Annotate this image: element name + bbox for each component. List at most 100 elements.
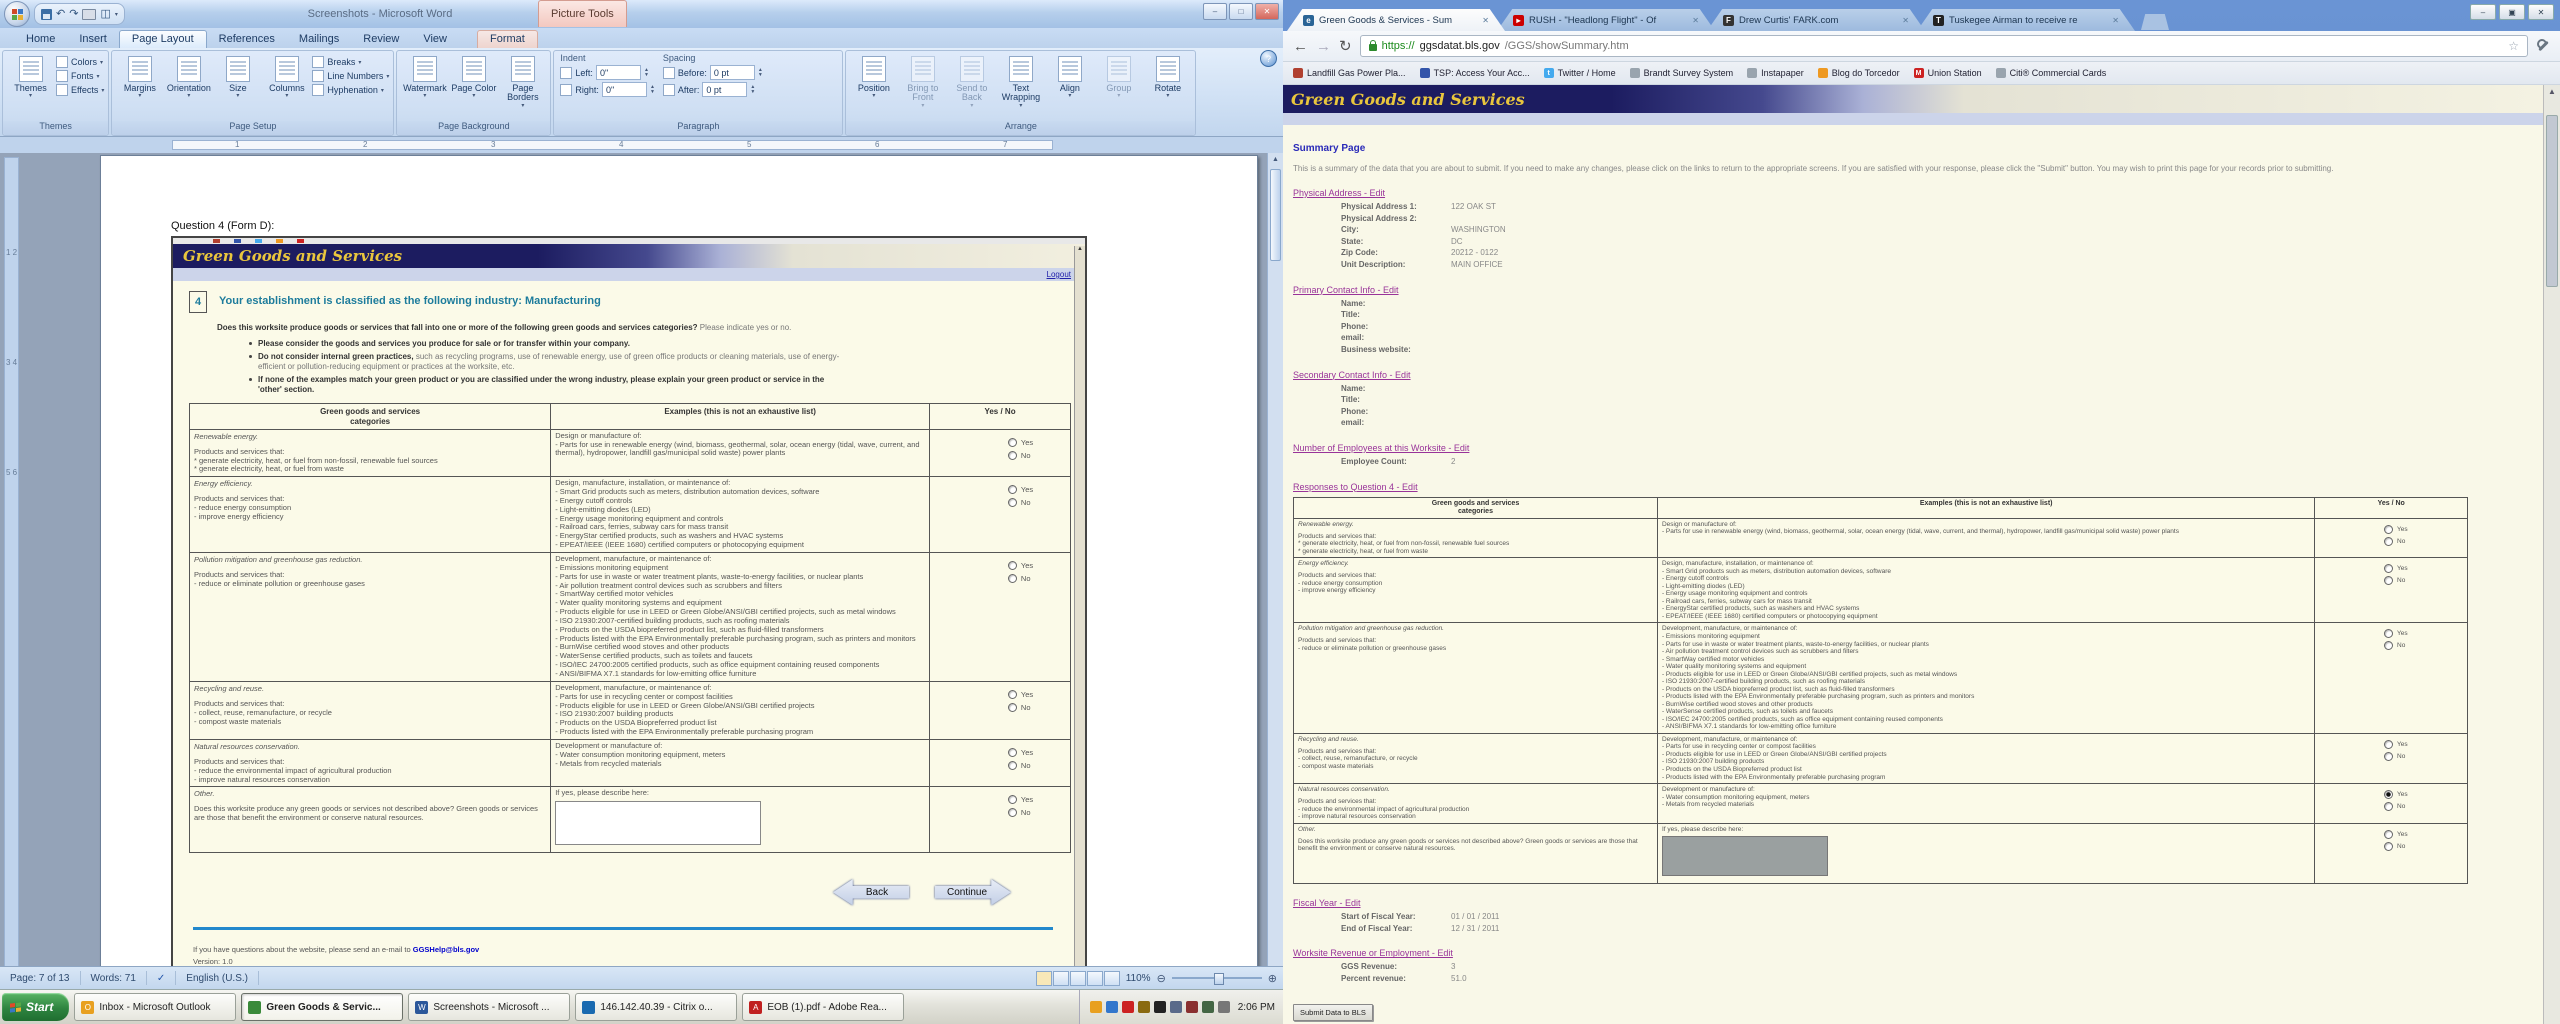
ribbon-tab-home[interactable]: Home bbox=[14, 31, 67, 48]
page-color-button[interactable]: Page Color▾ bbox=[450, 54, 497, 100]
no-radio[interactable] bbox=[2384, 641, 2393, 650]
back-nav-icon[interactable]: ← bbox=[1293, 39, 1308, 54]
browser-no-option-3[interactable]: No bbox=[2384, 752, 2405, 761]
no-radio[interactable] bbox=[1008, 761, 1017, 770]
bookmark-star-icon[interactable]: ☆ bbox=[2508, 39, 2519, 53]
save-icon[interactable] bbox=[41, 9, 52, 20]
print-icon[interactable] bbox=[82, 9, 96, 20]
ribbon-tab-view[interactable]: View bbox=[411, 31, 459, 48]
office-button[interactable] bbox=[4, 1, 30, 27]
undo-icon[interactable]: ↶ bbox=[56, 9, 65, 20]
status-language[interactable]: English (U.S.) bbox=[176, 971, 259, 985]
size-button[interactable]: Size▾ bbox=[214, 54, 261, 100]
new-tab-button[interactable] bbox=[2141, 14, 2169, 30]
browser-no-option-1[interactable]: No bbox=[2384, 576, 2405, 585]
reload-icon[interactable]: ↻ bbox=[1339, 39, 1352, 54]
spacing-after-input[interactable]: 0 pt bbox=[702, 82, 747, 97]
ribbon-tab-references[interactable]: References bbox=[207, 31, 287, 48]
word-other-description-textarea[interactable] bbox=[555, 801, 761, 845]
no-radio[interactable] bbox=[1008, 498, 1017, 507]
no-radio[interactable] bbox=[1008, 574, 1017, 583]
yes-radio[interactable] bbox=[2384, 740, 2393, 749]
yes-radio[interactable] bbox=[2384, 525, 2393, 534]
taskbar-item-146-142-40-39-citrix-o-[interactable]: 146.142.40.39 - Citrix o... bbox=[575, 993, 737, 1021]
print-preview-icon[interactable]: ◫ bbox=[100, 9, 110, 20]
browser-no-option-0[interactable]: No bbox=[2384, 537, 2405, 546]
spacing-after-spinner[interactable]: ▲▼ bbox=[750, 85, 755, 94]
no-radio[interactable] bbox=[1008, 703, 1017, 712]
word-no-option-3[interactable]: No bbox=[1008, 703, 1031, 712]
effects-button[interactable]: Effects▾ bbox=[56, 84, 104, 96]
edit-link[interactable]: Primary Contact Info - Edit bbox=[1293, 285, 1399, 295]
tab-close-icon[interactable]: ✕ bbox=[2112, 16, 2119, 25]
word-yes-option-1[interactable]: Yes bbox=[1008, 485, 1033, 494]
yes-radio[interactable] bbox=[2384, 564, 2393, 573]
line-numbers-button[interactable]: Line Numbers▾ bbox=[312, 70, 389, 82]
fonts-button[interactable]: Fonts▾ bbox=[56, 70, 104, 82]
browser-yes-option-1[interactable]: Yes bbox=[2384, 564, 2408, 573]
form-scrollbar[interactable]: ▲ bbox=[1074, 246, 1085, 966]
document-page[interactable]: Question 4 (Form D): Green Goods and Ser… bbox=[100, 155, 1258, 966]
edit-link[interactable]: Physical Address - Edit bbox=[1293, 188, 1385, 198]
bookmark-tsp-access-your-acc-[interactable]: TSP: Access Your Acc... bbox=[1420, 68, 1530, 78]
fullscreen-view-icon[interactable] bbox=[1053, 971, 1069, 986]
tab-close-icon[interactable]: ✕ bbox=[1902, 16, 1909, 25]
mouse-icon[interactable] bbox=[1218, 1001, 1230, 1013]
bookmark-brandt-survey-system[interactable]: Brandt Survey System bbox=[1630, 68, 1734, 78]
browser-tab-drew-curtis-fark-com[interactable]: FDrew Curtis' FARK.com✕ bbox=[1707, 9, 1925, 31]
browser-tab-green-goods-services-sum[interactable]: eGreen Goods & Services - Sum✕ bbox=[1287, 9, 1505, 31]
indent-left-spinner[interactable]: ▲▼ bbox=[644, 68, 649, 77]
bookmark-citi-commercial-cards[interactable]: Citi® Commercial Cards bbox=[1996, 68, 2107, 78]
word-no-option-1[interactable]: No bbox=[1008, 498, 1031, 507]
bookmark-blog-do-torcedor[interactable]: Blog do Torcedor bbox=[1818, 68, 1900, 78]
word-no-option-5[interactable]: No bbox=[1008, 808, 1031, 817]
word-yes-option-2[interactable]: Yes bbox=[1008, 561, 1033, 570]
bookmark-union-station[interactable]: MUnion Station bbox=[1914, 68, 1982, 78]
web-layout-view-icon[interactable] bbox=[1070, 971, 1086, 986]
ribbon-tab-page-layout[interactable]: Page Layout bbox=[119, 30, 207, 48]
ribbon-tab-mailings[interactable]: Mailings bbox=[287, 31, 351, 48]
indent-right-spinner[interactable]: ▲▼ bbox=[650, 85, 655, 94]
draft-view-icon[interactable] bbox=[1104, 971, 1120, 986]
zoom-in-icon[interactable]: ⊕ bbox=[1268, 972, 1277, 985]
chrome-restore-button[interactable]: ▣ bbox=[2499, 4, 2525, 20]
antivirus-icon[interactable] bbox=[1122, 1001, 1134, 1013]
margins-button[interactable]: Margins▾ bbox=[116, 54, 163, 100]
text-wrapping-button[interactable]: Text Wrapping▾ bbox=[997, 54, 1044, 109]
browser-no-option-5[interactable]: No bbox=[2384, 842, 2405, 851]
browser-yes-option-4[interactable]: Yes bbox=[2384, 790, 2408, 799]
page-borders-button[interactable]: Page Borders▾ bbox=[499, 54, 546, 109]
minimize-button[interactable]: – bbox=[1203, 3, 1227, 20]
no-radio[interactable] bbox=[1008, 451, 1017, 460]
ribbon-tab-insert[interactable]: Insert bbox=[67, 31, 119, 48]
help-icon[interactable]: ? bbox=[1260, 50, 1277, 67]
horizontal-ruler[interactable]: 1234567 bbox=[0, 137, 1283, 153]
scrollbar-thumb[interactable] bbox=[1270, 169, 1281, 261]
tab-close-icon[interactable]: ✕ bbox=[1692, 16, 1699, 25]
edit-link[interactable]: Fiscal Year - Edit bbox=[1293, 898, 1361, 908]
browser-yes-option-5[interactable]: Yes bbox=[2384, 830, 2408, 839]
yes-radio[interactable] bbox=[1008, 438, 1017, 447]
display-icon[interactable] bbox=[1170, 1001, 1182, 1013]
yes-radio[interactable] bbox=[1008, 748, 1017, 757]
taskbar-item-green-goods-servic-[interactable]: Green Goods & Servic... bbox=[241, 993, 403, 1021]
scroll-up-icon[interactable]: ▲ bbox=[2544, 85, 2560, 99]
indent-right-input[interactable]: 0" bbox=[602, 82, 647, 97]
word-yes-option-5[interactable]: Yes bbox=[1008, 795, 1033, 804]
zoom-slider[interactable] bbox=[1172, 977, 1262, 979]
spacing-before-input[interactable]: 0 pt bbox=[710, 65, 755, 80]
edit-link[interactable]: Responses to Question 4 - Edit bbox=[1293, 482, 1418, 492]
indent-left-input[interactable]: 0" bbox=[596, 65, 641, 80]
rotate-button[interactable]: Rotate▾ bbox=[1144, 54, 1191, 100]
bookmark-instapaper[interactable]: Instapaper bbox=[1747, 68, 1804, 78]
edit-link[interactable]: Secondary Contact Info - Edit bbox=[1293, 370, 1411, 380]
submit-button[interactable]: Submit Data to BLS bbox=[1293, 1004, 1373, 1021]
taskbar-item-screenshots-microsoft-[interactable]: WScreenshots - Microsoft ... bbox=[408, 993, 570, 1021]
print-layout-view-icon[interactable] bbox=[1036, 971, 1052, 986]
browser-no-option-4[interactable]: No bbox=[2384, 802, 2405, 811]
continue-button[interactable]: Continue bbox=[935, 879, 1011, 905]
word-no-option-2[interactable]: No bbox=[1008, 574, 1031, 583]
scroll-up-icon[interactable]: ▲ bbox=[1268, 153, 1283, 167]
status-page[interactable]: Page: 7 of 13 bbox=[0, 971, 81, 985]
chrome-minimize-button[interactable]: – bbox=[2470, 4, 2496, 20]
